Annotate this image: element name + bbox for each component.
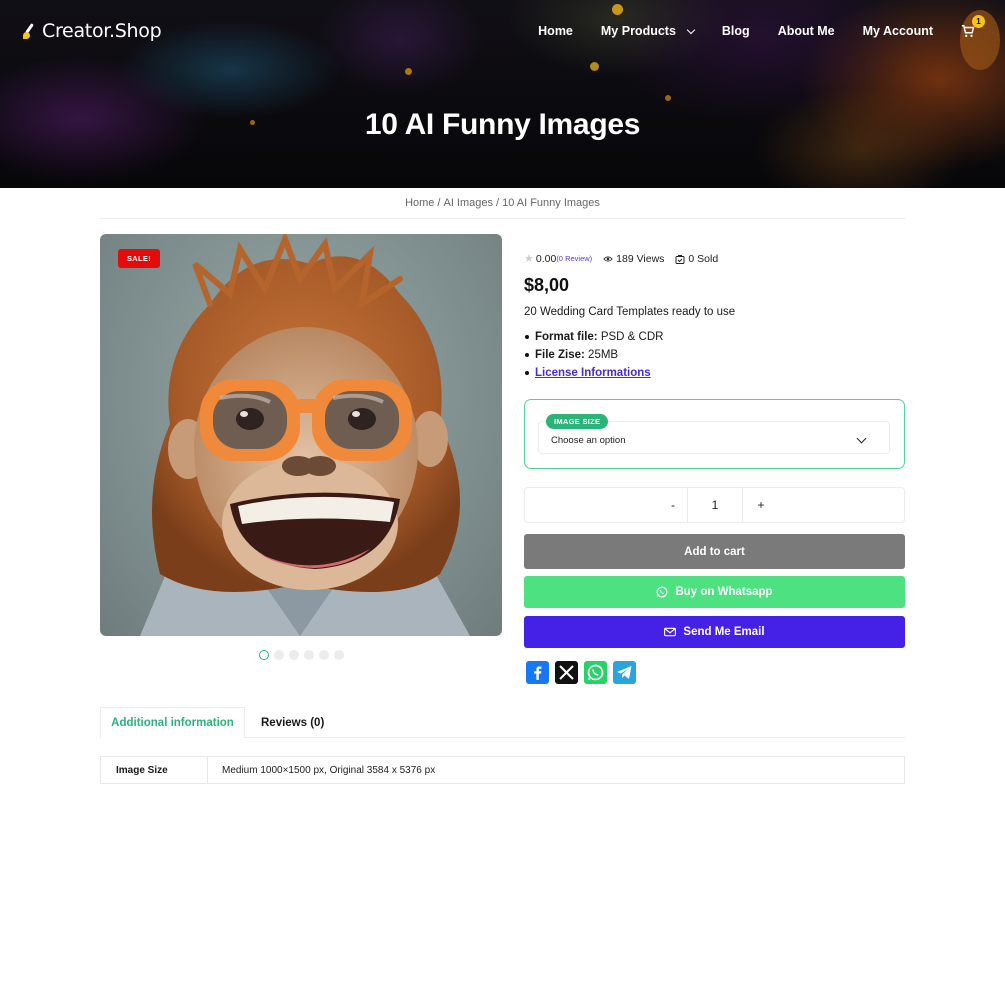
variation-box: IMAGE SIZE Choose an option — [524, 399, 905, 469]
quantity-stepper: - 1 + — [524, 487, 905, 523]
hero-banner: Creator.Shop Home My Products Blog About… — [0, 0, 1005, 188]
nav-item-label: Home — [538, 24, 573, 38]
gallery-dot[interactable] — [304, 650, 314, 660]
nav-item-my-account[interactable]: My Account — [863, 24, 933, 38]
attribute-label: Image Size — [101, 757, 208, 783]
rating-value: 0.00 — [535, 252, 557, 265]
chevron-down-icon — [856, 433, 867, 444]
hero-paint-splash — [590, 62, 599, 71]
breadcrumb-separator: / — [496, 197, 500, 209]
product-tabs: Additional information Reviews (0) — [100, 707, 905, 739]
gallery-dot[interactable] — [259, 650, 269, 660]
add-to-cart-button[interactable]: Add to cart — [524, 534, 905, 569]
star-icon: ★ — [524, 253, 534, 265]
site-logo-text: Creator.Shop — [42, 20, 162, 42]
hero-paint-splash — [665, 95, 671, 101]
hero-paint-splash — [405, 68, 412, 75]
breadcrumb-current: 10 AI Funny Images — [502, 197, 600, 209]
share-buttons — [526, 661, 636, 684]
product-short-description: 20 Wedding Card Templates ready to use — [524, 306, 736, 318]
page-title: 10 AI Funny Images — [364, 108, 641, 141]
bag-check-icon — [675, 254, 685, 264]
select-placeholder: Choose an option — [551, 435, 626, 446]
feature-label: File Zise: — [535, 349, 585, 361]
product-price: $8,00 — [524, 275, 570, 295]
nav-item-blog[interactable]: Blog — [722, 24, 750, 38]
cart-count-badge: 1 — [972, 15, 985, 28]
breadcrumb-link-home[interactable]: Home — [405, 197, 434, 209]
nav-item-about-me[interactable]: About Me — [778, 24, 835, 38]
nav-item-label: My Account — [862, 24, 933, 38]
send-email-button[interactable]: Send Me Email — [524, 616, 905, 648]
sale-badge: SALE! — [118, 249, 160, 268]
product-image[interactable]: SALE! — [100, 234, 502, 636]
paintbrush-icon — [22, 23, 36, 39]
sold-label: 0 Sold — [688, 252, 719, 265]
product-meta: ★ 0.00 (0 Review) 189 Views 0 Sold — [524, 252, 718, 266]
feature-value: 25MB — [584, 349, 619, 361]
facebook-icon[interactable] — [526, 661, 549, 684]
list-item: File Zise: 25MB — [524, 348, 663, 366]
whatsapp-icon — [657, 586, 668, 598]
attribute-value: Medium 1000×1500 px, Original 3584 x 537… — [222, 764, 436, 776]
telegram-icon[interactable] — [613, 661, 636, 684]
buy-on-whatsapp-button[interactable]: Buy on Whatsapp — [524, 576, 905, 608]
quantity-decrease-button[interactable]: - — [660, 488, 686, 522]
buy-on-whatsapp-label: Buy on Whatsapp — [675, 586, 773, 598]
quantity-input[interactable]: 1 — [687, 488, 743, 522]
image-size-label: IMAGE SIZE — [546, 414, 609, 429]
product-features-list: Format file: PSD & CDR File Zise: 25MB L… — [524, 330, 663, 384]
gallery-dot[interactable] — [289, 650, 299, 660]
list-item: License Informations — [524, 366, 663, 384]
views-count: 189 Views — [603, 253, 664, 265]
quantity-increase-button[interactable]: + — [748, 488, 774, 522]
nav-item-my-products[interactable]: My Products — [600, 24, 696, 38]
nav-item-label: About Me — [777, 24, 835, 38]
gallery-dot[interactable] — [274, 650, 284, 660]
cart-icon — [961, 25, 975, 37]
main-nav: Home My Products Blog About Me My Accoun… — [538, 15, 985, 38]
site-logo[interactable]: Creator.Shop — [22, 20, 162, 42]
attributes-table: Image Size Medium 1000×1500 px, Original… — [100, 756, 905, 784]
whatsapp-icon[interactable] — [584, 661, 607, 684]
chevron-down-icon — [686, 25, 696, 34]
feature-label: Format file: — [535, 331, 598, 343]
feature-value: PSD & CDR — [597, 331, 664, 343]
cart-button[interactable]: 1 — [961, 15, 985, 38]
send-email-label: Send Me Email — [683, 626, 765, 638]
hero-paint-splash — [612, 4, 623, 15]
review-count-link[interactable]: (0 Review) — [556, 254, 592, 263]
nav-item-label: Blog — [721, 24, 750, 38]
x-icon[interactable] — [555, 661, 578, 684]
list-item: Format file: PSD & CDR — [524, 330, 663, 348]
gallery-dot[interactable] — [334, 650, 344, 660]
sold-count: 0 Sold — [675, 253, 718, 265]
tab-additional-information[interactable]: Additional information — [100, 707, 245, 739]
monkey-with-glasses-image — [140, 234, 470, 636]
tab-reviews[interactable]: Reviews (0) — [261, 707, 324, 738]
nav-item-home[interactable]: Home — [538, 24, 573, 38]
breadcrumb-separator: / — [437, 197, 441, 209]
gallery-dots — [259, 650, 344, 660]
nav-item-label: My Products — [600, 24, 676, 38]
eye-icon — [603, 256, 613, 261]
views-label: 189 Views — [616, 252, 665, 265]
breadcrumb-link-category[interactable]: AI Images — [443, 197, 493, 209]
gallery-dot[interactable] — [319, 650, 329, 660]
breadcrumb: Home / AI Images/10 AI Funny Images — [100, 197, 905, 219]
add-to-cart-label: Add to cart — [684, 545, 745, 558]
envelope-icon — [664, 627, 677, 637]
license-info-link[interactable]: License Informations — [535, 367, 651, 379]
